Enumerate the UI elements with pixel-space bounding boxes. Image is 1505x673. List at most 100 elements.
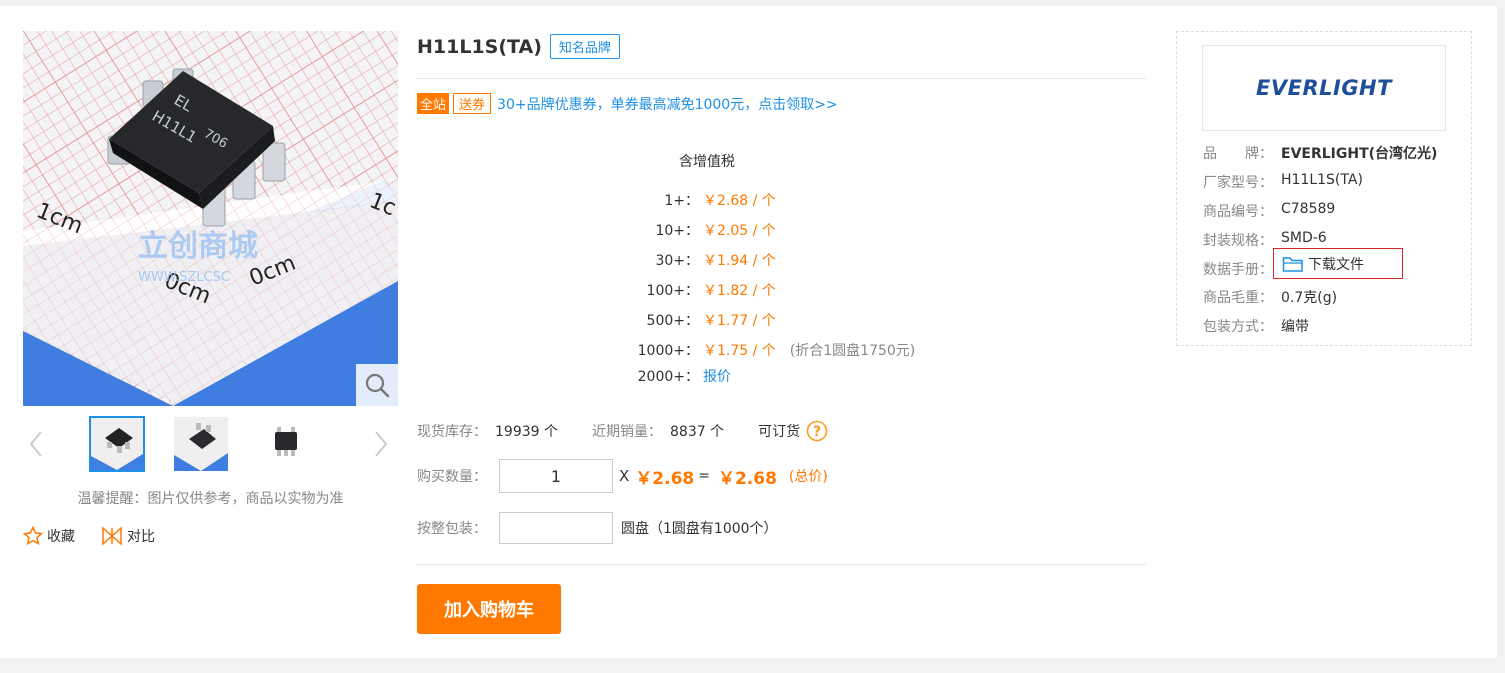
price-tier: 30+： ￥1.94 / 个 — [619, 250, 776, 270]
price-tier-qty: 500+： — [646, 313, 699, 329]
stock-row: 现货库存： 19939 个 近期销量： 8837 个 可订货 ? — [417, 420, 828, 442]
orderable-text: 可订货 — [758, 424, 801, 440]
price-header: 含增值税 — [679, 154, 735, 170]
folder-icon — [1282, 256, 1303, 272]
total-price: ￥2.68 — [717, 468, 777, 489]
magnifier-icon — [365, 373, 390, 398]
price-tier-qty: 100+： — [646, 283, 699, 299]
image-disclaimer: 温馨提醒：图片仅供参考，商品以实物为准 — [77, 491, 344, 507]
watermark: 立创商城 — [138, 229, 258, 264]
spec-label: 封装规格： — [1203, 233, 1273, 249]
price-tier: 100+： ￥1.82 / 个 — [619, 280, 776, 300]
quantity-row: 购买数量： X ￥2.68 = ￥2.68 (总价) — [417, 459, 828, 493]
thumbnail-3[interactable] — [257, 416, 313, 472]
stock-value: 19939 个 — [495, 424, 558, 440]
quote-link[interactable]: 报价 — [703, 366, 731, 386]
thumbnail-image — [258, 417, 312, 471]
product-photo: 1cm 0cm 0cm 1c 立创商城 WWW.SZLCSC EL H11L1 … — [23, 31, 398, 406]
spec-value: 编带 — [1281, 319, 1309, 335]
reel-row: 按整包装： 圆盘（1圆盘有1000个） — [417, 512, 778, 544]
brand-logo[interactable]: EVERLIGHT — [1202, 45, 1446, 131]
favorite-button[interactable]: 收藏 — [23, 526, 75, 546]
price-tier: 10+： ￥2.05 / 个 — [619, 220, 776, 240]
spec-label: 商品毛重： — [1203, 290, 1273, 306]
times-sign: X — [619, 467, 630, 485]
unit-price: ￥2.68 — [635, 468, 695, 489]
brand-logo-text: EVERLIGHT — [1256, 76, 1392, 100]
equals-sign: = — [698, 468, 710, 484]
spec-label: 厂家型号： — [1203, 175, 1273, 191]
brand-tag: 知名品牌 — [549, 34, 620, 59]
zoom-button[interactable] — [356, 364, 398, 406]
price-tier: 500+： ￥1.77 / 个 — [619, 310, 776, 330]
spec-product-code: 商品编号： C78589 — [1203, 201, 1335, 221]
add-to-cart-button[interactable]: 加入购物车 — [417, 584, 561, 634]
price-tier-price: ￥2.05 / 个 — [703, 223, 776, 239]
quantity-input[interactable] — [499, 459, 613, 493]
price-tier-qty: 10+： — [655, 223, 699, 239]
reel-label: 按整包装： — [417, 521, 487, 537]
svg-text:?: ? — [813, 424, 821, 440]
promo-tag-coupon: 送券 — [453, 93, 492, 114]
stock-label: 现货库存： — [417, 424, 487, 440]
spec-value: C78589 — [1281, 201, 1336, 217]
price-tier-qty: 1000+： — [637, 343, 699, 359]
spec-value: 0.7克(g) — [1281, 290, 1338, 306]
thumbnail-prev-button[interactable] — [23, 422, 49, 466]
reel-description: 圆盘（1圆盘有1000个） — [621, 521, 778, 537]
spec-value: EVERLIGHT(台湾亿光) — [1281, 146, 1438, 162]
price-tier-price: ￥1.77 / 个 — [703, 313, 776, 329]
chevron-left-icon — [29, 431, 42, 457]
promo-link[interactable]: 30+品牌优惠券，单券最高减免1000元，点击领取>> — [497, 94, 838, 114]
title-row: H11L1S(TA) 知名品牌 — [417, 34, 620, 59]
divider — [417, 78, 1146, 79]
price-tier: 1000+： ￥1.75 / 个 (折合1圆盘1750元) — [619, 340, 916, 360]
spec-value: SMD-6 — [1281, 230, 1327, 246]
price-tier-price: ￥2.68 / 个 — [703, 193, 776, 209]
star-icon — [23, 526, 43, 546]
price-tier-price: ￥1.94 / 个 — [703, 253, 776, 269]
favorite-label: 收藏 — [47, 529, 75, 545]
promo-banner[interactable]: 全站 送券 30+品牌优惠券，单券最高减免1000元，点击领取>> — [417, 93, 838, 114]
spec-datasheet: 数据手册： — [1203, 259, 1281, 279]
spec-brand: 品 牌： EVERLIGHT(台湾亿光) — [1203, 143, 1437, 163]
spec-label: 包装方式： — [1203, 319, 1273, 335]
price-tier: 1+： ￥2.68 / 个 — [619, 190, 776, 210]
product-main-image[interactable]: 1cm 0cm 0cm 1c 立创商城 WWW.SZLCSC EL H11L1 … — [23, 31, 398, 406]
compare-label: 对比 — [127, 529, 155, 545]
sales-label: 近期销量： — [592, 424, 662, 440]
datasheet-download-link[interactable]: 下载文件 — [1273, 248, 1403, 279]
help-button[interactable]: ? — [806, 420, 828, 442]
thumbnail-next-button[interactable] — [368, 422, 394, 466]
chevron-right-icon — [375, 431, 388, 457]
question-icon: ? — [806, 420, 828, 442]
thumbnail-strip — [23, 414, 398, 476]
compare-button[interactable]: 对比 — [101, 526, 155, 546]
price-calculation: X ￥2.68 = ￥2.68 (总价) — [619, 464, 828, 489]
divider — [417, 564, 1146, 565]
quantity-label: 购买数量： — [417, 469, 487, 485]
spec-value: H11L1S(TA) — [1281, 172, 1363, 188]
product-actions: 收藏 对比 — [23, 526, 155, 546]
thumbnail-1[interactable] — [89, 416, 145, 472]
spec-label: 品 牌： — [1203, 146, 1273, 162]
reel-input[interactable] — [499, 512, 613, 544]
total-label: (总价) — [788, 469, 828, 485]
price-tier-quote: 2000+： 报价 — [619, 366, 731, 386]
spec-label: 商品编号： — [1203, 204, 1273, 220]
product-title: H11L1S(TA) — [417, 35, 542, 58]
spec-mfr-part: 厂家型号： H11L1S(TA) — [1203, 172, 1363, 192]
compare-icon — [102, 526, 122, 546]
promo-tag-all: 全站 — [417, 93, 450, 114]
thumbnail-2[interactable] — [173, 416, 229, 472]
price-tier-note: (折合1圆盘1750元) — [789, 343, 916, 359]
watermark-url: WWW.SZLCSC — [138, 270, 230, 285]
thumbnail-image — [91, 418, 143, 470]
spec-packing: 包装方式： 编带 — [1203, 316, 1309, 336]
download-label: 下载文件 — [1308, 256, 1364, 273]
price-tier-price: ￥1.82 / 个 — [703, 283, 776, 299]
spec-weight: 商品毛重： 0.7克(g) — [1203, 287, 1337, 307]
price-tier-qty: 1+： — [664, 193, 699, 209]
price-tier-price: ￥1.75 / 个 — [703, 343, 776, 359]
thumbnail-image — [174, 417, 228, 471]
